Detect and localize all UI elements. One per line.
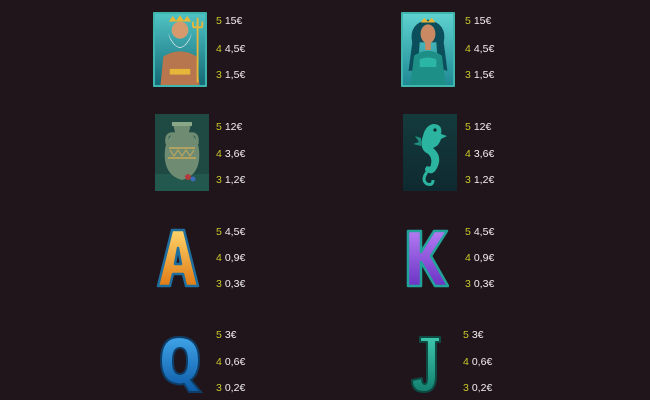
pay-row: 3 1,2€ [216,174,245,186]
pay-row: 4 3,6€ [216,148,245,160]
pay-count: 3 [216,278,222,290]
pay-count: 3 [465,174,471,186]
pay-row: 4 3,6€ [465,148,494,160]
pay-row: 5 4,5€ [465,226,494,238]
pay-count: 5 [216,15,222,27]
pay-value: 4,5€ [224,43,246,55]
pay-count: 3 [216,174,222,186]
pay-count: 3 [465,69,471,81]
pay-value: 0,3€ [224,278,246,290]
pay-row: 3 1,5€ [465,69,494,81]
pay-row: 5 15€ [465,15,491,27]
paytable-letter-j: 5 3€ 4 0,6€ 3 0,2€ [463,329,543,399]
pay-count: 3 [216,69,222,81]
pay-row: 5 12€ [216,121,242,133]
pay-value: 15€ [473,15,492,27]
amphora-icon [155,114,209,191]
paytable-letter-q: 5 3€ 4 0,6€ 3 0,2€ [216,329,296,399]
pay-count: 5 [216,226,222,238]
pay-row: 3 0,3€ [216,278,245,290]
pay-row: 3 1,2€ [465,174,494,186]
pay-value: 12€ [473,121,492,133]
pay-row: 5 3€ [463,329,484,341]
pay-value: 1,5€ [224,69,246,81]
pay-count: 4 [216,356,222,368]
paytable-letter-k: 5 4,5€ 4 0,9€ 3 0,3€ [465,226,545,296]
pay-value: 15€ [224,15,243,27]
pay-row: 4 0,9€ [465,252,494,264]
pay-value: 4,5€ [224,226,246,238]
pay-value: 1,2€ [473,174,495,186]
pay-row: 4 4,5€ [216,43,245,55]
poseidon-icon [153,12,207,87]
pay-count: 4 [216,252,222,264]
pay-row: 5 4,5€ [216,226,245,238]
pay-count: 4 [465,252,471,264]
pay-value: 4,5€ [473,226,495,238]
pay-count: 5 [465,15,471,27]
pay-count: 5 [216,121,222,133]
paytable-seahorse: 5 12€ 4 3,6€ 3 1,2€ [465,121,545,191]
pay-value: 12€ [224,121,243,133]
pay-row: 4 0,9€ [216,252,245,264]
letter-q-icon [157,334,205,396]
letter-a-icon [156,228,200,290]
pay-value: 0,6€ [471,356,493,368]
pay-value: 4,5€ [473,43,495,55]
pay-row: 5 15€ [216,15,242,27]
pay-row: 4 0,6€ [463,356,492,368]
pay-value: 0,2€ [471,382,493,394]
pay-value: 0,9€ [473,252,495,264]
pay-count: 5 [216,329,222,341]
pay-count: 4 [463,356,469,368]
paytable-poseidon: 5 15€ 4 4,5€ 3 1,5€ [216,15,296,85]
pay-row: 4 0,6€ [216,356,245,368]
pay-row: 3 1,5€ [216,69,245,81]
pay-count: 4 [465,148,471,160]
paytable-letter-a: 5 4,5€ 4 0,9€ 3 0,3€ [216,226,296,296]
mermaid-queen-icon [401,12,455,87]
pay-count: 5 [465,121,471,133]
pay-value: 1,5€ [473,69,495,81]
pay-value: 3,6€ [224,148,246,160]
seahorse-icon [403,114,457,191]
pay-count: 3 [216,382,222,394]
pay-count: 3 [465,278,471,290]
pay-count: 3 [463,382,469,394]
pay-row: 3 0,2€ [463,382,492,394]
pay-value: 3€ [471,329,484,341]
paytable-amphora: 5 12€ 4 3,6€ 3 1,2€ [216,121,296,191]
pay-count: 5 [463,329,469,341]
letter-k-icon [405,228,449,290]
pay-count: 4 [216,43,222,55]
pay-row: 3 0,3€ [465,278,494,290]
pay-value: 0,9€ [224,252,246,264]
pay-row: 5 3€ [216,329,237,341]
pay-count: 4 [216,148,222,160]
pay-value: 3€ [224,329,237,341]
pay-row: 5 12€ [465,121,491,133]
pay-row: 4 4,5€ [465,43,494,55]
pay-value: 0,6€ [224,356,246,368]
pay-value: 3,6€ [473,148,495,160]
pay-count: 5 [465,226,471,238]
pay-value: 0,2€ [224,382,246,394]
pay-row: 3 0,2€ [216,382,245,394]
paytable-mermaid: 5 15€ 4 4,5€ 3 1,5€ [465,15,545,85]
letter-j-icon [408,334,444,396]
pay-value: 0,3€ [473,278,495,290]
pay-count: 4 [465,43,471,55]
pay-value: 1,2€ [224,174,246,186]
